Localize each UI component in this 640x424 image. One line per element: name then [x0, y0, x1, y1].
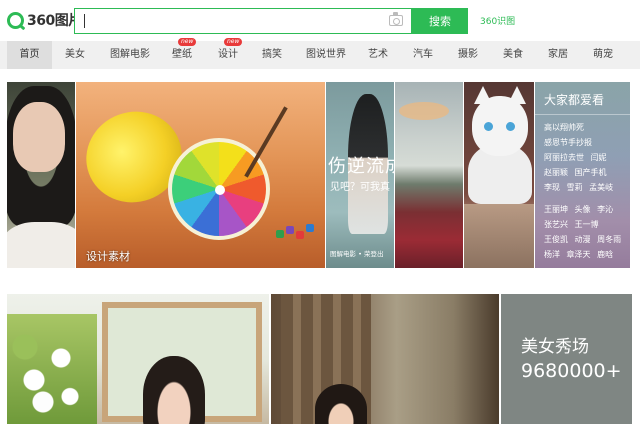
nav-item-design[interactable]: new 设计	[212, 38, 244, 69]
divider	[535, 114, 630, 115]
cat-eye	[506, 122, 515, 131]
popular-tag[interactable]: 国产手机	[575, 168, 607, 177]
popular-tag[interactable]: 高以翔帅死	[544, 123, 584, 132]
popular-tag[interactable]: 李现	[544, 183, 560, 192]
showcase-title: 美女秀场	[521, 337, 589, 357]
tag-row: 张艺兴 王一博	[544, 219, 603, 230]
logo[interactable]: 360图片	[7, 10, 82, 30]
camera-icon[interactable]	[389, 12, 403, 26]
popular-tag[interactable]: 感恩节手抄报	[544, 138, 592, 147]
popular-tag[interactable]: 阿丽拉去世	[544, 153, 584, 162]
nav-item-label: 设计	[218, 49, 238, 60]
popular-title: 大家都爱看	[544, 93, 605, 107]
popular-tag[interactable]: 王丽坤	[544, 205, 568, 214]
design-label: 设计素材	[86, 250, 130, 263]
nav-item-label: 家居	[548, 49, 568, 60]
nav-item-label: 首页	[19, 49, 40, 60]
image-recognition-link[interactable]: 360识图	[480, 14, 515, 27]
new-badge: new	[224, 38, 243, 46]
header: 360图片 搜索 360识图	[0, 0, 640, 40]
cat-eye	[484, 122, 493, 131]
photo-white-cat[interactable]	[464, 82, 534, 268]
photo-flower-field[interactable]	[395, 82, 463, 268]
nav-item-label: 搞笑	[262, 49, 282, 60]
nav-item-art[interactable]: 艺术	[364, 41, 392, 69]
nav-item-beauty[interactable]: 美女	[55, 41, 95, 69]
nav-item-world[interactable]: 图说世界	[302, 41, 350, 69]
popular-tag[interactable]: 张艺兴	[544, 220, 568, 229]
text-caret	[84, 14, 85, 28]
cat-ear	[508, 86, 526, 104]
nav-item-movies[interactable]: 图解电影	[104, 41, 156, 69]
nav-item-label: 美女	[65, 49, 85, 60]
popular-tag[interactable]: 王一博	[575, 220, 599, 229]
movie-caption: 图解电影 • 荣登出	[330, 250, 384, 258]
color-cubes	[276, 222, 316, 242]
shirt-shape	[7, 222, 75, 268]
tag-row: 阿丽拉去世 闫妮	[544, 152, 611, 163]
face-shape	[13, 102, 65, 172]
tag-row: 赵丽颖 国产手机	[544, 167, 611, 178]
nav-item-photography[interactable]: 摄影	[454, 41, 482, 69]
tag-row: 王丽坤 头像 李沁	[544, 204, 617, 215]
sunset-cloud	[399, 102, 449, 120]
beauty-showcase-card[interactable]: 美女秀场 9680000+	[501, 294, 632, 424]
tag-row: 杨洋 章泽天 鹿晗	[544, 249, 617, 260]
nav-item-label: 图说世界	[306, 49, 346, 60]
logo-search-icon	[7, 11, 24, 29]
popular-tag[interactable]: 动漫	[575, 235, 591, 244]
photo-girl-flowers[interactable]	[7, 294, 269, 424]
tag-row: 李现 雪莉 孟美岐	[544, 182, 617, 193]
cat-ear	[474, 86, 492, 104]
cushion	[464, 204, 534, 268]
popular-tag[interactable]: 头像	[575, 205, 591, 214]
popular-tag[interactable]: 孟美岐	[589, 183, 613, 192]
cat-head	[472, 96, 528, 156]
nav-item-home-decor[interactable]: 家居	[544, 41, 572, 69]
search-button[interactable]: 搜索	[412, 8, 468, 34]
paintbrush	[244, 106, 288, 178]
movie-title-text: 伤逆流成	[328, 156, 394, 177]
photo-girl-wooden-room[interactable]	[271, 294, 499, 424]
popular-tag[interactable]: 雪莉	[567, 183, 583, 192]
flower-bouquet	[7, 314, 97, 424]
popular-tag[interactable]: 鹿晗	[597, 250, 613, 259]
photo-girl-portrait[interactable]	[7, 82, 75, 268]
showcase-count: 9680000+	[521, 360, 622, 382]
photo-movie-still[interactable]: 伤逆流成 见吧？可我真 图解电影 • 荣登出	[326, 82, 394, 268]
popular-tag[interactable]: 杨洋	[544, 250, 560, 259]
popular-tag[interactable]: 李沁	[597, 205, 613, 214]
nav-item-home[interactable]: 首页	[7, 41, 52, 69]
movie-subtitle-text: 见吧？可我真	[330, 182, 390, 193]
popular-tag[interactable]: 周冬雨	[597, 235, 621, 244]
girl-figure	[143, 356, 205, 424]
popular-tag[interactable]: 闫妮	[591, 153, 607, 162]
wheel-center	[215, 185, 225, 195]
tag-row: 王俊凯 动漫 周冬雨	[544, 234, 625, 245]
search-box[interactable]	[74, 8, 412, 34]
new-badge: new	[178, 38, 197, 46]
nav-item-label: 摄影	[458, 49, 478, 60]
nav-item-funny[interactable]: 搞笑	[256, 41, 288, 69]
popular-tag[interactable]: 章泽天	[567, 250, 591, 259]
nav-item-cars[interactable]: 汽车	[409, 41, 437, 69]
nav-item-food[interactable]: 美食	[499, 41, 527, 69]
nav-item-label: 艺术	[368, 49, 388, 60]
photo-design-lemon[interactable]: 设计素材	[76, 82, 325, 268]
popular-panel: 大家都爱看 高以翔帅死 感恩节手抄报 阿丽拉去世 闫妮 赵丽颖 国产手机 李现 …	[535, 82, 630, 268]
nav-item-label: 图解电影	[110, 49, 150, 60]
popular-tag[interactable]: 王俊凯	[544, 235, 568, 244]
nav-item-label: 壁纸	[172, 49, 192, 60]
nav-item-label: 美食	[503, 49, 523, 60]
category-nav: 首页 美女 图解电影 new 壁纸 new 设计 搞笑 图说世界 艺术 汽车 摄…	[0, 38, 640, 69]
search-input[interactable]	[75, 9, 375, 33]
nav-item-label: 汽车	[413, 49, 433, 60]
popular-tag[interactable]: 赵丽颖	[544, 168, 568, 177]
nav-item-wallpaper[interactable]: new 壁纸	[166, 38, 198, 69]
tag-row: 高以翔帅死	[544, 122, 588, 133]
tag-row: 感恩节手抄报	[544, 137, 596, 148]
nav-item-pets[interactable]: 萌宠	[589, 41, 617, 69]
nav-item-label: 萌宠	[593, 49, 613, 60]
